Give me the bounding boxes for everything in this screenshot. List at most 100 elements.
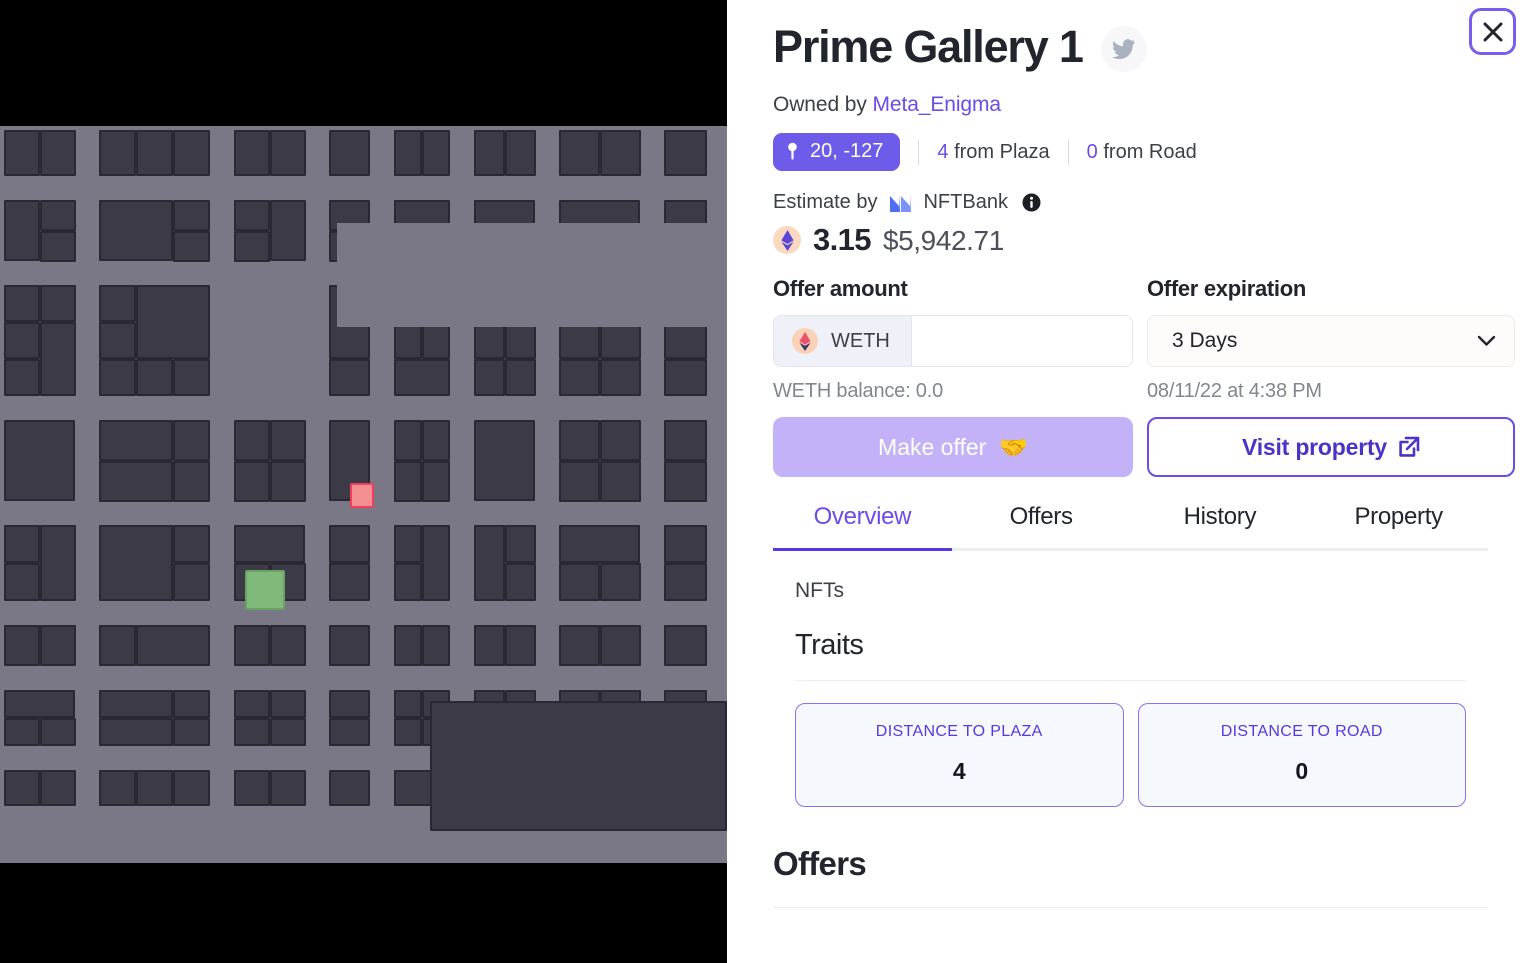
map-parcel[interactable] (99, 770, 136, 806)
map-parcel[interactable] (329, 359, 370, 396)
map-parcel[interactable] (40, 130, 76, 176)
offer-expiration-select[interactable]: 3 Days (1147, 315, 1515, 367)
map-parcel[interactable] (99, 690, 173, 718)
map-parcel[interactable] (664, 525, 707, 563)
map-parcel[interactable] (136, 770, 173, 806)
map-parcel[interactable] (99, 200, 173, 261)
map-parcel[interactable] (394, 718, 422, 746)
map-parcel[interactable] (430, 701, 727, 831)
map-parcel[interactable] (40, 231, 76, 262)
map-parcel[interactable] (474, 359, 505, 396)
map-parcel[interactable] (234, 461, 270, 502)
map-parcel[interactable] (474, 130, 505, 176)
map-parcel[interactable] (173, 461, 210, 502)
map-parcel[interactable] (664, 461, 707, 502)
map-parcel[interactable] (270, 690, 306, 718)
map-parcel[interactable] (4, 322, 40, 359)
map-parcel[interactable] (394, 461, 422, 502)
map-parcel[interactable] (234, 770, 270, 806)
map-parcel[interactable] (505, 625, 536, 666)
map-parcel[interactable] (173, 563, 210, 601)
map-parcel[interactable] (99, 420, 173, 461)
map-parcel[interactable] (99, 525, 173, 601)
map-parcel[interactable] (4, 200, 40, 261)
info-icon[interactable] (1022, 193, 1041, 212)
map-parcel[interactable] (99, 718, 173, 746)
offer-amount-input[interactable] (911, 316, 1132, 366)
map-parcel[interactable] (329, 718, 370, 746)
map-parcel[interactable] (99, 461, 173, 502)
trait-card-distance-to-plaza[interactable]: DISTANCE TO PLAZA 4 (795, 703, 1124, 807)
map-parcel[interactable] (474, 322, 505, 359)
map-parcel[interactable] (474, 420, 535, 501)
map-parcel[interactable] (394, 563, 422, 601)
map-parcel[interactable] (600, 322, 641, 359)
map-parcel[interactable] (422, 130, 450, 176)
map-parcel[interactable] (4, 525, 40, 563)
map-parcel[interactable] (234, 525, 305, 563)
tab-history[interactable]: History (1131, 503, 1310, 548)
selected-parcel[interactable] (350, 483, 374, 508)
map-parcel[interactable] (234, 130, 270, 176)
map-parcel[interactable] (173, 718, 210, 746)
map-parcel[interactable] (136, 359, 173, 396)
map-parcel[interactable] (234, 690, 270, 718)
map-parcel[interactable] (136, 130, 173, 176)
map-parcel[interactable] (234, 420, 270, 461)
map-parcel[interactable] (559, 625, 600, 666)
map-parcel[interactable] (173, 359, 210, 396)
map-parcel[interactable] (4, 770, 40, 806)
map-parcel[interactable] (600, 420, 641, 461)
map-parcel[interactable] (4, 625, 40, 666)
map-parcel[interactable] (600, 130, 641, 176)
map-parcel[interactable] (270, 625, 306, 666)
map-parcel[interactable] (664, 420, 707, 461)
map-parcel[interactable] (559, 461, 600, 502)
map-parcel[interactable] (173, 420, 210, 461)
map-parcel[interactable] (505, 130, 536, 176)
map-parcel[interactable] (422, 625, 450, 666)
map-parcel[interactable] (505, 525, 536, 563)
map-parcel[interactable] (664, 625, 707, 666)
map-parcel[interactable] (270, 461, 306, 502)
map-parcel[interactable] (234, 625, 270, 666)
visit-property-button[interactable]: Visit property (1147, 417, 1515, 477)
map-parcel[interactable] (173, 690, 210, 718)
map-parcel[interactable] (600, 563, 641, 601)
map-parcel[interactable] (329, 563, 370, 601)
trait-card-distance-to-road[interactable]: DISTANCE TO ROAD 0 (1137, 703, 1466, 807)
map-parcel[interactable] (99, 625, 136, 666)
map-parcel[interactable] (329, 525, 370, 563)
map-parcel[interactable] (559, 130, 600, 176)
tab-offers[interactable]: Offers (952, 503, 1131, 548)
map-parcel[interactable] (505, 563, 536, 601)
map-parcel[interactable] (394, 625, 422, 666)
map-parcel[interactable] (4, 285, 40, 322)
map-parcel[interactable] (559, 359, 600, 396)
map-parcel[interactable] (4, 690, 75, 718)
map-parcel[interactable] (422, 420, 450, 461)
map-parcel[interactable] (422, 525, 450, 601)
map-parcel[interactable] (173, 770, 210, 806)
map-parcel[interactable] (40, 525, 76, 601)
close-button[interactable] (1469, 8, 1516, 55)
map-parcel[interactable] (40, 625, 76, 666)
map-parcel[interactable] (329, 130, 370, 176)
map-parcel[interactable] (474, 525, 505, 601)
map-parcel[interactable] (559, 420, 600, 461)
owned-parcel[interactable] (245, 570, 285, 610)
map-parcel[interactable] (600, 461, 641, 502)
map-parcel[interactable] (394, 690, 422, 718)
map-parcel[interactable] (99, 130, 136, 176)
tab-overview[interactable]: Overview (773, 503, 952, 551)
map-parcel[interactable] (173, 231, 210, 262)
map-parcel[interactable] (99, 359, 136, 396)
map-parcel[interactable] (664, 563, 707, 601)
map-parcel[interactable] (329, 625, 370, 666)
map-parcel[interactable] (99, 285, 136, 322)
map-parcel[interactable] (136, 625, 210, 666)
map-parcel[interactable] (600, 359, 641, 396)
map-parcel[interactable] (40, 322, 76, 396)
map-parcel[interactable] (4, 130, 40, 176)
map-parcel[interactable] (173, 130, 210, 176)
